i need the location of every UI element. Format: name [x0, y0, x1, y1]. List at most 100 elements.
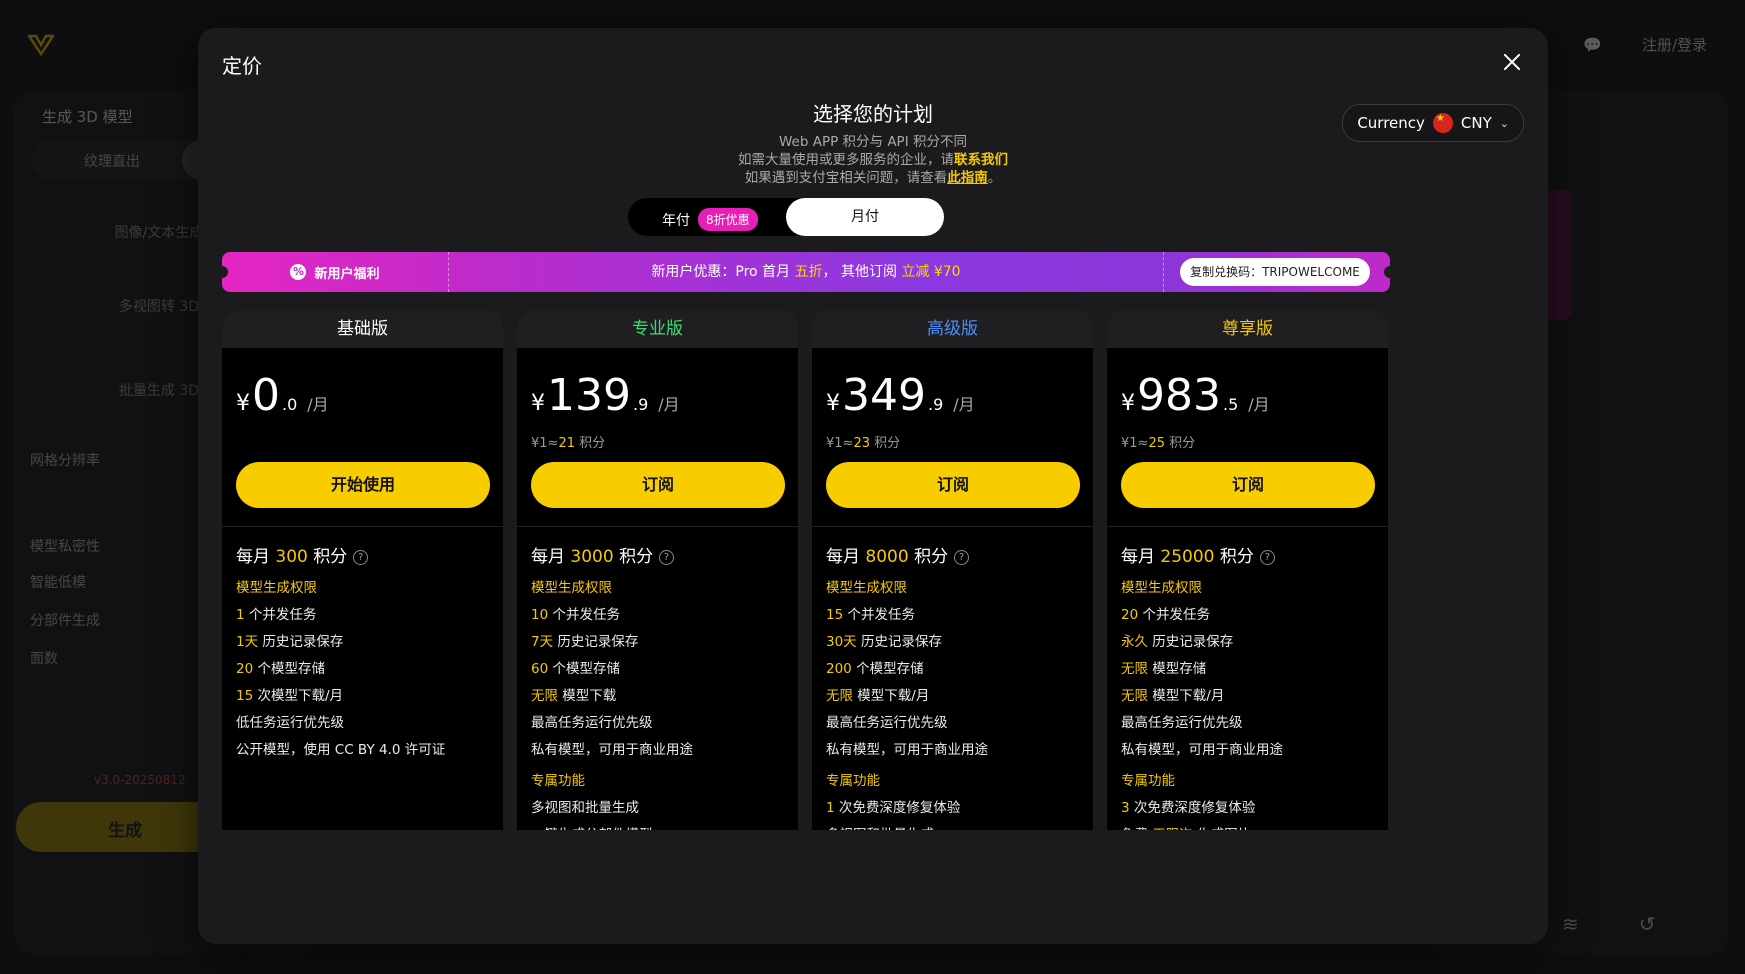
subscribe-button[interactable]: 订阅: [826, 462, 1080, 508]
feature-item: 免费 无限次 生成图片: [1121, 823, 1251, 830]
notch-left: [216, 266, 228, 278]
billing-monthly[interactable]: 月付: [786, 198, 944, 236]
price-currency: ¥: [826, 391, 840, 416]
guide-link[interactable]: 此指南: [947, 170, 988, 186]
feature-text: 一键生成分部件模型: [531, 827, 653, 830]
plan-name: 尊享版: [1107, 310, 1388, 348]
help-icon[interactable]: ?: [954, 550, 970, 565]
promo-text-c: ， 其他订阅: [822, 264, 902, 280]
feature-section-title: 模型生成权限: [826, 576, 907, 596]
subscribe-button[interactable]: 订阅: [1121, 462, 1375, 508]
rate-value: 23: [853, 436, 870, 451]
feature-item: 1天 历史记录保存: [236, 630, 343, 650]
start-button[interactable]: 开始使用: [236, 462, 490, 508]
gift-icon: %: [290, 264, 307, 280]
mesh-resolution-label: 网格分辨率: [30, 453, 100, 469]
feature-text: 模型生成权限: [1121, 580, 1202, 596]
plan-price: ¥ 0 .0 /月: [236, 374, 329, 418]
plan-name: 专业版: [517, 310, 798, 348]
feature-text: 私有模型，可用于商业用途: [826, 742, 988, 758]
credits-suffix: 积分: [908, 547, 949, 567]
credits-suffix: 积分: [613, 547, 654, 567]
feature-item: 公开模型，使用 CC BY 4.0 许可证: [236, 738, 445, 758]
feature-text: 次模型下载/月: [253, 688, 344, 704]
price-decimal: .9: [927, 395, 944, 414]
billing-toggle[interactable]: 年付 8折优惠 月付: [628, 198, 944, 236]
feature-item: 1 个并发任务: [236, 603, 316, 623]
feature-text: 最高任务运行优先级: [1121, 715, 1243, 731]
feature-text: 模型下载/月: [1148, 688, 1225, 704]
notch-right: [1384, 266, 1396, 278]
enterprise-note: 如需大量使用或更多服务的企业，请联系我们: [198, 148, 1548, 168]
credits-value: 25000: [1160, 547, 1215, 567]
plan-price: ¥ 139 .9 /月: [531, 374, 680, 418]
divider: [1107, 526, 1388, 527]
faces-label: 面数: [30, 651, 58, 667]
promo-message: 新用户优惠：Pro 首月 五折， 其他订阅 立减 ¥70: [448, 252, 1164, 292]
subscribe-button[interactable]: 订阅: [531, 462, 785, 508]
option-lowpoly[interactable]: 智能低模: [30, 572, 86, 592]
feature-text: 专属功能: [531, 773, 585, 789]
chat-icon[interactable]: 💬: [1583, 36, 1602, 54]
yearly-label: 年付: [662, 212, 690, 229]
history-icon[interactable]: ↺: [1639, 912, 1656, 936]
price-integer: 0: [252, 370, 280, 421]
credits-suffix: 积分: [1214, 547, 1254, 567]
feature-highlight: 无限: [1121, 688, 1148, 704]
feature-highlight: 200: [826, 661, 852, 677]
feature-highlight: 1: [826, 800, 835, 816]
feature-item: 20 个模型存储: [236, 657, 325, 677]
close-icon[interactable]: [1500, 50, 1524, 74]
app-logo-icon: [28, 34, 54, 56]
monthly-credits: 每月 8000 积分?: [826, 542, 970, 567]
price-unit: /月: [658, 395, 680, 414]
feature-highlight: 20: [236, 661, 254, 677]
price-integer: 349: [842, 370, 926, 421]
feature-item: 无限 模型下载/月: [826, 684, 929, 704]
feature-text: 次免费深度修复体验: [834, 800, 961, 816]
feature-text: 个模型存储: [548, 661, 620, 677]
price-currency: ¥: [236, 391, 250, 416]
credits-prefix: 每月: [236, 547, 276, 567]
rate-value: 21: [558, 436, 575, 451]
generate-label: 生成: [108, 821, 142, 841]
feature-highlight: 无限: [826, 688, 853, 704]
feature-text: 专属功能: [826, 773, 880, 789]
billing-yearly[interactable]: 年付 8折优惠: [662, 208, 758, 231]
segment-texture[interactable]: 纹理直出: [84, 151, 140, 171]
feature-text: 个并发任务: [244, 607, 317, 623]
sidebar-title: 生成 3D 模型: [42, 108, 133, 126]
feature-item: 最高任务运行优先级: [826, 711, 948, 731]
credit-rate: ¥1≈21 积分: [531, 432, 605, 451]
feature-item: 15 次模型下载/月: [236, 684, 343, 704]
promo-text-d: 立减 ¥70: [901, 264, 961, 280]
feature-section-title: 专属功能: [531, 769, 585, 789]
rate-suffix: 积分: [574, 436, 606, 451]
monthly-credits: 每月 300 积分?: [236, 542, 369, 567]
feature-section-title: 模型生成权限: [236, 576, 317, 596]
credits-suffix: 积分: [307, 547, 348, 567]
help-icon[interactable]: ?: [1259, 550, 1275, 565]
feature-item: 无限 模型存储: [1121, 657, 1206, 677]
promo-banner: % 新用户福利 新用户优惠：Pro 首月 五折， 其他订阅 立减 ¥70 复制兑…: [216, 252, 1396, 292]
feature-highlight: 1: [236, 607, 245, 623]
plan-name: 高级版: [812, 310, 1093, 348]
login-link[interactable]: 注册/登录: [1642, 34, 1707, 55]
feature-item: 多视图和批量生成: [531, 796, 639, 816]
promo-code-area: 复制兑换码：TRIPOWELCOME: [1163, 252, 1390, 292]
feature-item: 30天 历史记录保存: [826, 630, 942, 650]
help-icon[interactable]: ?: [353, 550, 369, 565]
copy-code-button[interactable]: 复制兑换码：TRIPOWELCOME: [1180, 258, 1370, 286]
feature-text: 个模型存储: [851, 661, 924, 677]
help-icon[interactable]: ?: [659, 550, 675, 565]
alipay-note: 如果遇到支付宝相关问题，请查看此指南。: [198, 166, 1548, 186]
pricing-modal: 定价 Currency CNY ⌄ 选择您的计划 Web APP 积分与 API…: [198, 28, 1548, 944]
feature-highlight: 无限次: [1152, 827, 1193, 830]
option-parts[interactable]: 分部件生成: [30, 610, 100, 630]
layers-icon[interactable]: ≋: [1562, 912, 1579, 936]
credits-value: 3000: [570, 547, 614, 567]
option-privacy[interactable]: 模型私密性: [30, 536, 100, 556]
credits-note: Web APP 积分与 API 积分不同: [779, 134, 967, 150]
divider: [222, 526, 503, 527]
price-decimal: .5: [1222, 395, 1239, 414]
